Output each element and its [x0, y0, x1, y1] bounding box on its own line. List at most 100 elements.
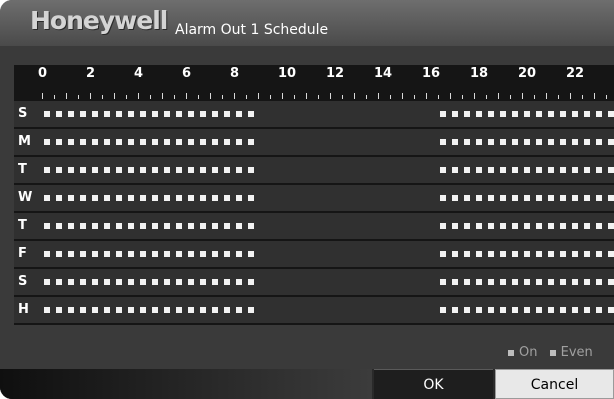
schedule-block-on[interactable]	[236, 167, 242, 173]
schedule-block-on[interactable]	[164, 223, 170, 229]
day-timeline[interactable]	[42, 101, 614, 127]
schedule-block-on[interactable]	[440, 251, 446, 257]
schedule-block-on[interactable]	[128, 223, 134, 229]
schedule-block-on[interactable]	[128, 307, 134, 313]
schedule-block-on[interactable]	[44, 195, 50, 201]
schedule-block-on[interactable]	[608, 111, 614, 117]
schedule-block-on[interactable]	[608, 167, 614, 173]
schedule-block-on[interactable]	[596, 195, 602, 201]
schedule-block-on[interactable]	[596, 223, 602, 229]
schedule-block-on[interactable]	[140, 223, 146, 229]
schedule-block-on[interactable]	[548, 195, 554, 201]
schedule-block-on[interactable]	[476, 167, 482, 173]
schedule-block-on[interactable]	[452, 195, 458, 201]
schedule-grid[interactable]: 0 2 4 6 8 10 12 14 16 18 20 22 SMTWTFSH	[14, 65, 614, 325]
schedule-block-on[interactable]	[608, 251, 614, 257]
schedule-block-on[interactable]	[548, 279, 554, 285]
schedule-block-on[interactable]	[152, 279, 158, 285]
schedule-block-on[interactable]	[440, 279, 446, 285]
schedule-block-on[interactable]	[140, 167, 146, 173]
schedule-block-on[interactable]	[476, 279, 482, 285]
schedule-block-on[interactable]	[560, 111, 566, 117]
schedule-block-on[interactable]	[152, 307, 158, 313]
schedule-block-on[interactable]	[248, 139, 254, 145]
schedule-block-on[interactable]	[104, 111, 110, 117]
schedule-block-on[interactable]	[140, 279, 146, 285]
schedule-block-on[interactable]	[500, 307, 506, 313]
schedule-block-on[interactable]	[512, 195, 518, 201]
schedule-block-on[interactable]	[56, 139, 62, 145]
schedule-block-on[interactable]	[584, 251, 590, 257]
schedule-block-on[interactable]	[188, 307, 194, 313]
schedule-block-on[interactable]	[152, 167, 158, 173]
schedule-block-on[interactable]	[248, 223, 254, 229]
schedule-block-on[interactable]	[464, 307, 470, 313]
schedule-block-on[interactable]	[176, 139, 182, 145]
day-timeline[interactable]	[42, 241, 614, 267]
schedule-block-on[interactable]	[224, 279, 230, 285]
schedule-block-on[interactable]	[452, 167, 458, 173]
schedule-block-on[interactable]	[596, 307, 602, 313]
schedule-block-on[interactable]	[164, 167, 170, 173]
schedule-block-on[interactable]	[68, 167, 74, 173]
schedule-block-on[interactable]	[164, 307, 170, 313]
schedule-block-on[interactable]	[548, 167, 554, 173]
schedule-block-on[interactable]	[464, 279, 470, 285]
schedule-block-on[interactable]	[500, 223, 506, 229]
schedule-block-on[interactable]	[572, 279, 578, 285]
schedule-block-on[interactable]	[224, 251, 230, 257]
schedule-block-on[interactable]	[560, 167, 566, 173]
schedule-block-on[interactable]	[572, 167, 578, 173]
schedule-block-on[interactable]	[104, 251, 110, 257]
schedule-block-on[interactable]	[572, 139, 578, 145]
schedule-block-on[interactable]	[236, 279, 242, 285]
schedule-block-on[interactable]	[488, 223, 494, 229]
schedule-block-on[interactable]	[236, 139, 242, 145]
schedule-block-on[interactable]	[452, 307, 458, 313]
schedule-block-on[interactable]	[212, 279, 218, 285]
schedule-block-on[interactable]	[176, 279, 182, 285]
schedule-block-on[interactable]	[560, 279, 566, 285]
schedule-block-on[interactable]	[536, 195, 542, 201]
schedule-block-on[interactable]	[500, 195, 506, 201]
schedule-block-on[interactable]	[248, 167, 254, 173]
schedule-block-on[interactable]	[200, 139, 206, 145]
schedule-block-on[interactable]	[44, 167, 50, 173]
schedule-block-on[interactable]	[572, 195, 578, 201]
schedule-block-on[interactable]	[176, 251, 182, 257]
schedule-block-on[interactable]	[152, 111, 158, 117]
schedule-block-on[interactable]	[164, 139, 170, 145]
schedule-block-on[interactable]	[188, 139, 194, 145]
schedule-block-on[interactable]	[128, 195, 134, 201]
schedule-block-on[interactable]	[44, 139, 50, 145]
schedule-block-on[interactable]	[596, 111, 602, 117]
schedule-block-on[interactable]	[560, 195, 566, 201]
schedule-block-on[interactable]	[80, 167, 86, 173]
schedule-block-on[interactable]	[584, 167, 590, 173]
schedule-block-on[interactable]	[68, 307, 74, 313]
schedule-block-on[interactable]	[188, 279, 194, 285]
schedule-block-on[interactable]	[488, 251, 494, 257]
schedule-block-on[interactable]	[476, 111, 482, 117]
schedule-block-on[interactable]	[128, 139, 134, 145]
schedule-block-on[interactable]	[68, 111, 74, 117]
schedule-block-on[interactable]	[440, 167, 446, 173]
schedule-block-on[interactable]	[584, 139, 590, 145]
schedule-block-on[interactable]	[536, 111, 542, 117]
schedule-block-on[interactable]	[92, 195, 98, 201]
schedule-block-on[interactable]	[56, 307, 62, 313]
schedule-block-on[interactable]	[128, 279, 134, 285]
schedule-block-on[interactable]	[608, 195, 614, 201]
schedule-block-on[interactable]	[140, 139, 146, 145]
schedule-block-on[interactable]	[524, 139, 530, 145]
schedule-block-on[interactable]	[248, 195, 254, 201]
schedule-block-on[interactable]	[512, 111, 518, 117]
schedule-block-on[interactable]	[548, 111, 554, 117]
schedule-block-on[interactable]	[500, 111, 506, 117]
schedule-block-on[interactable]	[608, 279, 614, 285]
schedule-block-on[interactable]	[116, 251, 122, 257]
day-row[interactable]: F	[14, 241, 614, 267]
schedule-block-on[interactable]	[488, 111, 494, 117]
schedule-block-on[interactable]	[476, 139, 482, 145]
schedule-block-on[interactable]	[560, 223, 566, 229]
